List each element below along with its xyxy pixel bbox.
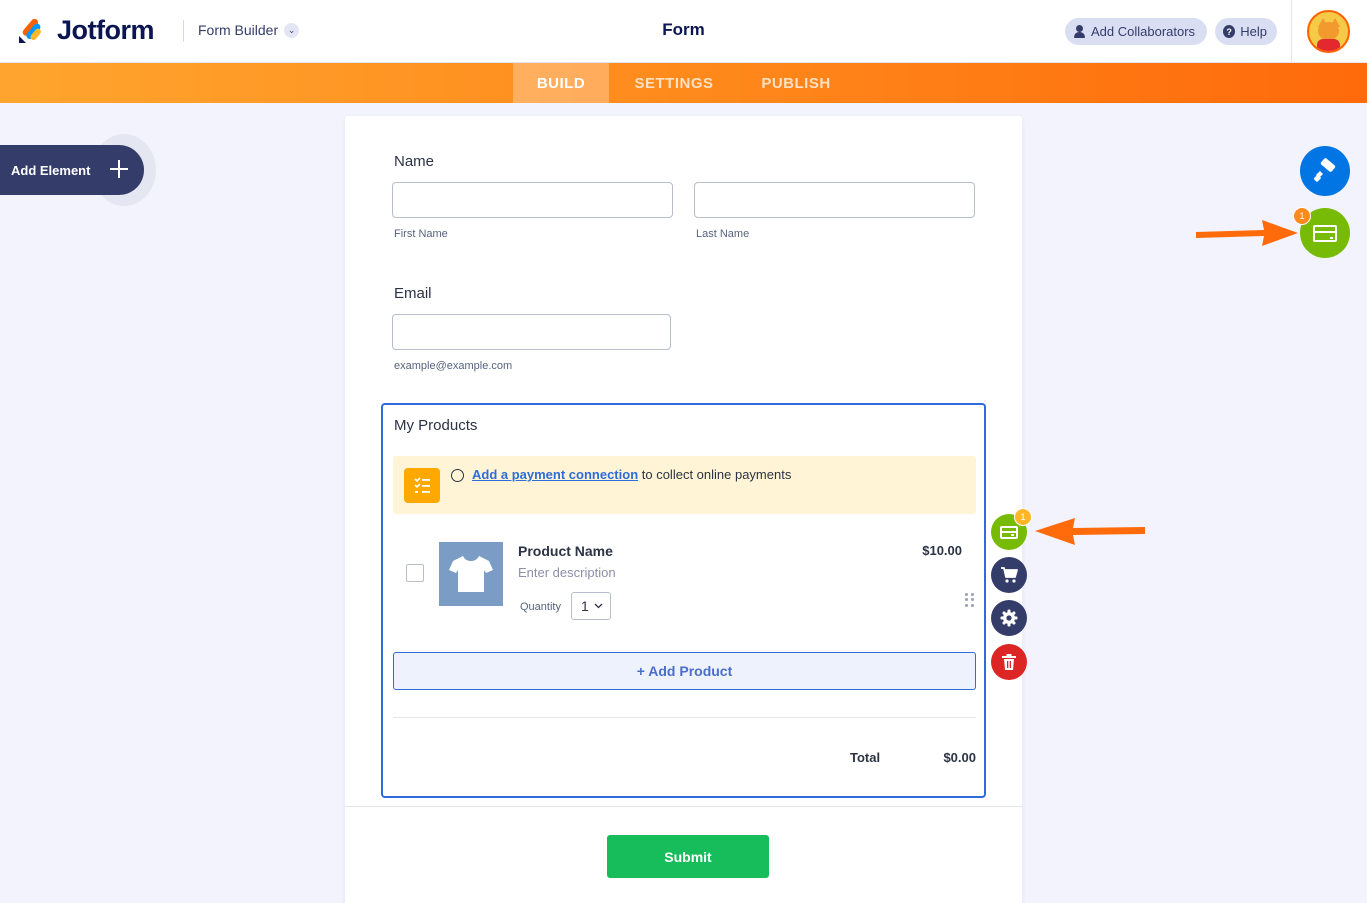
help-label: Help: [1240, 24, 1267, 39]
tshirt-icon: [449, 556, 493, 592]
annotation-arrow-left: [1035, 518, 1145, 545]
quantity-value: 1: [581, 598, 589, 614]
logo-text: Jotform: [57, 14, 155, 45]
top-header: Jotform Form Builder ⌄ Form Add Collabor…: [0, 0, 1367, 63]
add-product-button[interactable]: + Add Product: [393, 652, 976, 690]
payment-settings-button[interactable]: 1: [991, 508, 1032, 550]
question-icon: ?: [1223, 25, 1236, 38]
paint-roller-icon: [1313, 158, 1336, 182]
submit-divider: [345, 806, 1022, 807]
gear-icon: [1000, 609, 1018, 627]
trash-icon: [1002, 654, 1016, 670]
last-name-input[interactable]: [694, 182, 975, 218]
total-value: $0.00: [943, 750, 976, 765]
payment-card-icon: [1000, 525, 1018, 539]
quantity-label: Quantity: [520, 601, 561, 613]
email-sublabel: example@example.com: [394, 360, 513, 372]
add-payment-connection-link[interactable]: Add a payment connection: [472, 467, 638, 482]
payment-card-icon: [1313, 224, 1337, 242]
builder-tabs: BUILD SETTINGS PUBLISH: [0, 63, 1367, 103]
header-divider: [183, 20, 184, 42]
notice-suffix: to collect online payments: [638, 467, 792, 482]
add-element-label: Add Element: [11, 162, 91, 178]
form-builder-menu[interactable]: Form Builder ⌄: [198, 22, 300, 38]
notification-badge: 1: [1014, 508, 1032, 526]
chevron-down-icon: [594, 603, 603, 609]
tab-settings[interactable]: SETTINGS: [620, 63, 728, 103]
email-field[interactable]: [392, 314, 671, 350]
tab-publish[interactable]: PUBLISH: [750, 63, 842, 103]
chevron-down-icon: ⌄: [284, 22, 300, 38]
notice-text: Add a payment connection to collect onli…: [472, 467, 791, 482]
submit-button[interactable]: Submit: [607, 835, 769, 878]
annotation-arrow-right: [1196, 220, 1298, 246]
cart-button[interactable]: [991, 557, 1027, 593]
products-field[interactable]: My Products Add a payment connection to …: [381, 403, 986, 798]
field-settings-button[interactable]: [991, 600, 1027, 636]
avatar-area: [1291, 0, 1367, 63]
email-label: Email: [394, 285, 432, 302]
help-button[interactable]: ? Help: [1215, 18, 1277, 45]
jotform-logo[interactable]: Jotform: [17, 14, 155, 45]
first-name-sublabel: First Name: [394, 228, 448, 240]
jotform-logo-icon: [17, 16, 45, 44]
product-price[interactable]: $10.00: [922, 543, 962, 558]
total-label: Total: [850, 750, 881, 765]
name-label: Name: [394, 153, 435, 170]
products-divider: [393, 717, 976, 718]
payment-notice: Add a payment connection to collect onli…: [393, 456, 976, 514]
tab-build[interactable]: BUILD: [513, 63, 609, 103]
form-builder-label: Form Builder: [198, 22, 279, 38]
drag-handle-icon[interactable]: [965, 593, 975, 607]
avatar[interactable]: [1307, 10, 1350, 53]
product-name[interactable]: Product Name: [518, 543, 613, 559]
payment-panel-button[interactable]: 1: [1293, 207, 1350, 258]
product-description[interactable]: Enter description: [518, 565, 616, 580]
user-icon: [1073, 25, 1086, 38]
plus-icon: [108, 158, 130, 180]
delete-field-button[interactable]: [991, 644, 1027, 680]
products-label: My Products: [394, 417, 478, 434]
product-image: [439, 542, 503, 606]
add-element-button[interactable]: Add Element: [0, 145, 144, 195]
first-name-input[interactable]: [392, 182, 673, 218]
product-checkbox[interactable]: [406, 564, 424, 582]
cart-icon: [1001, 567, 1018, 583]
form-card: Name First Name Last Name Email example@…: [345, 116, 1022, 903]
notice-circle-icon: [451, 469, 464, 482]
add-collaborators-button[interactable]: Add Collaborators: [1065, 18, 1207, 45]
add-collaborators-label: Add Collaborators: [1091, 24, 1196, 39]
quantity-select[interactable]: 1: [571, 592, 611, 620]
form-designer-button[interactable]: [1300, 146, 1350, 196]
last-name-sublabel: Last Name: [696, 228, 750, 240]
checklist-icon: [404, 468, 440, 503]
